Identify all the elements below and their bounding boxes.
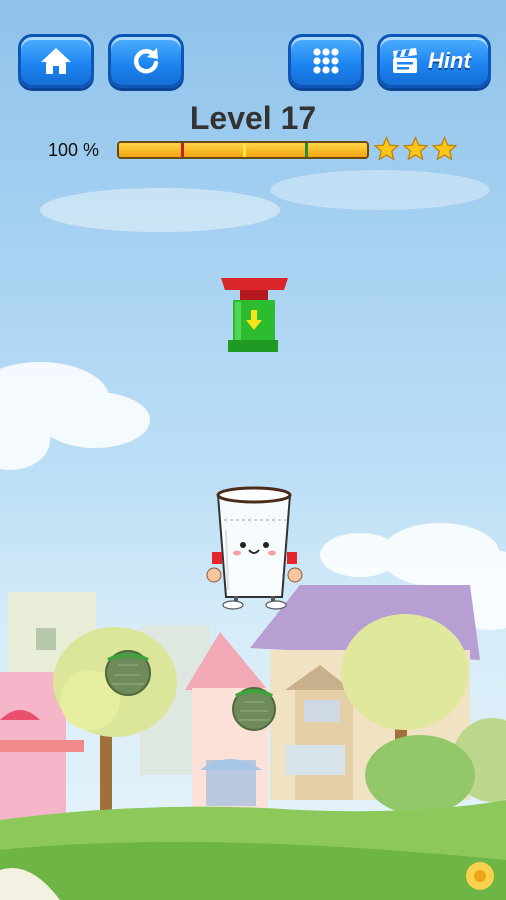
right-eye [263,542,269,548]
game-objects [105,278,303,731]
moss-ball-obstacle[interactable] [232,687,276,731]
glass-character[interactable] [206,486,303,610]
water-dispenser[interactable] [221,278,288,352]
game-stage[interactable]: Hint Level 17 100 % [0,0,506,900]
left-eye [240,542,246,548]
moss-ball-obstacle[interactable] [105,650,151,696]
